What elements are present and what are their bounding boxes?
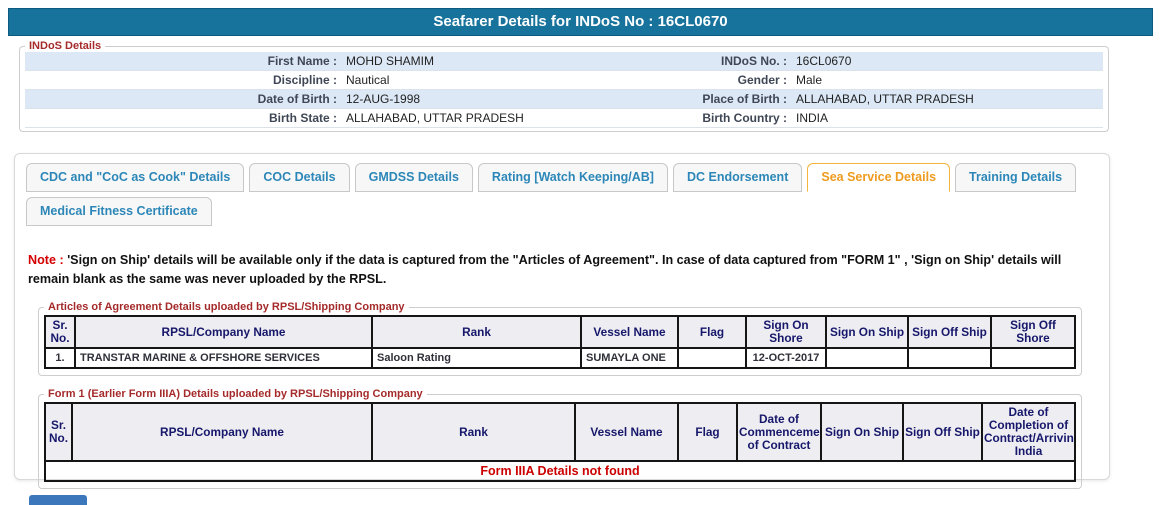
indos-details-table: First Name : MOHD SHAMIM INDoS No. : 16C… xyxy=(25,52,1103,128)
column-header-rpsl-company-name: RPSL/Company Name xyxy=(74,315,373,349)
column-header-date-of-commencement: Date of Commencement of Contract xyxy=(736,402,822,462)
date-of-birth-value: 12-AUG-1998 xyxy=(343,89,643,109)
articles-table-header-row: Sr. No. RPSL/Company Name Rank Vessel Na… xyxy=(44,315,1076,349)
discipline-label: Discipline : xyxy=(25,70,343,90)
date-of-birth-label: Date of Birth : xyxy=(25,89,343,109)
articles-of-agreement-section: Articles of Agreement Details uploaded b… xyxy=(38,301,1082,376)
column-header-sr-no: Sr. No. xyxy=(44,402,73,462)
first-name-label: First Name : xyxy=(25,52,343,71)
articles-of-agreement-table: Sr. No. RPSL/Company Name Rank Vessel Na… xyxy=(44,315,1076,369)
column-header-vessel-name: Vessel Name xyxy=(574,402,679,462)
cell-rank: Saloon Rating xyxy=(371,347,582,369)
form1-table-header-row: Sr. No. RPSL/Company Name Rank Vessel Na… xyxy=(44,402,1076,462)
cell-sign-on-shore: 12-OCT-2017 xyxy=(745,347,827,369)
column-header-sign-off-shore: Sign Off Shore xyxy=(990,315,1076,349)
column-header-sign-on-ship: Sign On Ship xyxy=(820,402,904,462)
indos-row: Date of Birth : 12-AUG-1998 Place of Bir… xyxy=(25,89,1103,109)
birth-country-label: Birth Country : xyxy=(643,108,793,128)
column-header-sign-off-ship: Sign Off Ship xyxy=(907,315,992,349)
gender-label: Gender : xyxy=(643,70,793,90)
column-header-sign-on-shore: Sign On Shore xyxy=(745,315,827,349)
indos-no-label: INDoS No. : xyxy=(643,52,793,71)
discipline-value: Nautical xyxy=(343,70,643,90)
cell-company-name: TRANSTAR MARINE & OFFSHORE SERVICES xyxy=(74,347,373,369)
place-of-birth-label: Place of Birth : xyxy=(643,89,793,109)
column-header-sign-on-ship: Sign On Ship xyxy=(825,315,909,349)
column-header-rpsl-company-name: RPSL/Company Name xyxy=(71,402,373,462)
first-name-value: MOHD SHAMIM xyxy=(343,52,643,71)
cell-sign-off-shore xyxy=(990,347,1076,369)
column-header-sr-no: Sr. No. xyxy=(44,315,76,349)
form1-table: Sr. No. RPSL/Company Name Rank Vessel Na… xyxy=(44,402,1076,482)
birth-state-label: Birth State : xyxy=(25,108,343,128)
tab-bar-row-2: Medical Fitness Certificate xyxy=(26,197,1098,226)
indos-no-value: 16CL0670 xyxy=(793,52,1103,71)
page-title-bar: Seafarer Details for INDoS No : 16CL0670 xyxy=(8,8,1153,36)
column-header-flag: Flag xyxy=(677,315,747,349)
form1-empty-row: Form IIIA Details not found xyxy=(44,460,1076,482)
form1-legend: Form 1 (Earlier Form IIIA) Details uploa… xyxy=(48,388,423,400)
indos-row: Discipline : Nautical Gender : Male xyxy=(25,70,1103,90)
gender-value: Male xyxy=(793,70,1103,90)
cell-sign-off-ship xyxy=(907,347,992,369)
indos-row: First Name : MOHD SHAMIM INDoS No. : 16C… xyxy=(25,52,1103,71)
sign-on-ship-note: Note : 'Sign on Ship' details will be av… xyxy=(28,251,1086,289)
cell-sign-on-ship xyxy=(825,347,909,369)
tab-bar-row-1: CDC and "CoC as Cook" Details COC Detail… xyxy=(26,163,1098,192)
note-text: 'Sign on Ship' details will be available… xyxy=(28,253,1062,286)
tab-cdc-coc-as-cook[interactable]: CDC and "CoC as Cook" Details xyxy=(26,163,245,192)
tab-gmdss-details[interactable]: GMDSS Details xyxy=(354,163,473,192)
page-title: Seafarer Details for INDoS No : 16CL0670 xyxy=(433,13,728,30)
tab-training-details[interactable]: Training Details xyxy=(955,163,1077,192)
articles-of-agreement-legend: Articles of Agreement Details uploaded b… xyxy=(48,301,405,313)
birth-country-value: INDIA xyxy=(793,108,1103,128)
column-header-sign-off-ship: Sign Off Ship xyxy=(902,402,983,462)
tab-medical-fitness-certificate[interactable]: Medical Fitness Certificate xyxy=(26,197,212,226)
indos-details-legend: INDoS Details xyxy=(29,40,102,52)
details-tab-panel: CDC and "CoC as Cook" Details COC Detail… xyxy=(14,153,1110,489)
indos-details-section: INDoS Details First Name : MOHD SHAMIM I… xyxy=(19,40,1109,132)
column-header-flag: Flag xyxy=(677,402,738,462)
cell-sr-no: 1. xyxy=(44,347,76,369)
indos-row: Birth State : ALLAHABAD, UTTAR PRADESH B… xyxy=(25,108,1103,128)
cell-flag xyxy=(677,347,747,369)
form1-section: Form 1 (Earlier Form IIIA) Details uploa… xyxy=(38,388,1082,489)
place-of-birth-value: ALLAHABAD, UTTAR PRADESH xyxy=(793,89,1103,109)
cell-vessel-name: SUMAYLA ONE xyxy=(580,347,679,369)
tab-dc-endorsement[interactable]: DC Endorsement xyxy=(672,163,803,192)
form1-empty-message: Form IIIA Details not found xyxy=(44,460,1076,482)
tab-rating-watch-keeping[interactable]: Rating [Watch Keeping/AB] xyxy=(477,163,668,192)
tab-coc-details[interactable]: COC Details xyxy=(249,163,350,192)
column-header-vessel-name: Vessel Name xyxy=(580,315,679,349)
note-prefix: Note : xyxy=(28,253,64,267)
column-header-rank: Rank xyxy=(371,402,576,462)
birth-state-value: ALLAHABAD, UTTAR PRADESH xyxy=(343,108,643,128)
column-header-date-of-completion: Date of Completion of Contract/Arriving … xyxy=(981,402,1076,462)
articles-table-row: 1. TRANSTAR MARINE & OFFSHORE SERVICES S… xyxy=(44,347,1076,369)
column-header-rank: Rank xyxy=(371,315,582,349)
tab-sea-service-details[interactable]: Sea Service Details xyxy=(807,163,951,192)
